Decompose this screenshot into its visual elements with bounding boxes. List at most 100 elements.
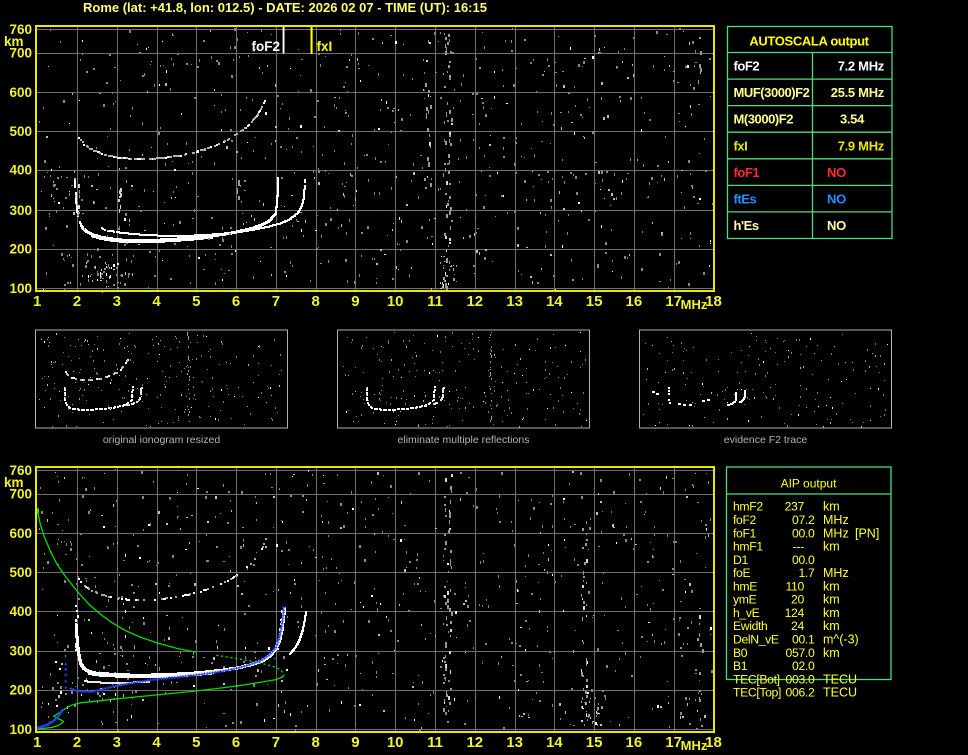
svg-text:NO: NO xyxy=(827,191,846,206)
svg-text:02.0: 02.0 xyxy=(792,659,815,673)
svg-text:foF2: foF2 xyxy=(734,59,760,74)
svg-text:foF1: foF1 xyxy=(734,165,760,180)
svg-text:7.9 MHz: 7.9 MHz xyxy=(838,138,885,153)
svg-text:3: 3 xyxy=(113,293,121,310)
svg-text:fxI: fxI xyxy=(317,39,333,54)
svg-text:km: km xyxy=(823,646,840,660)
svg-text:10: 10 xyxy=(387,734,404,751)
svg-text:300: 300 xyxy=(9,203,32,218)
svg-text:AUTOSCALA output: AUTOSCALA output xyxy=(749,34,869,49)
svg-text:9: 9 xyxy=(351,734,359,751)
svg-text:18: 18 xyxy=(705,293,722,310)
svg-text:15: 15 xyxy=(586,293,603,310)
svg-text:foE: foE xyxy=(733,566,750,580)
svg-text:foF2: foF2 xyxy=(252,39,281,54)
svg-text:18: 18 xyxy=(705,734,722,751)
svg-text:4: 4 xyxy=(152,293,161,310)
svg-text:1.7: 1.7 xyxy=(798,566,815,580)
svg-text:6: 6 xyxy=(232,734,240,751)
svg-text:B0: B0 xyxy=(733,646,748,660)
svg-text:600: 600 xyxy=(9,85,32,100)
svg-text:4: 4 xyxy=(152,734,161,751)
svg-text:B1: B1 xyxy=(733,659,748,673)
svg-text:9: 9 xyxy=(351,293,359,310)
svg-text:Ewidth: Ewidth xyxy=(733,619,767,633)
svg-text:14: 14 xyxy=(546,734,563,751)
svg-text:8: 8 xyxy=(312,293,320,310)
svg-text:hmF2: hmF2 xyxy=(733,500,763,514)
svg-text:3.54: 3.54 xyxy=(840,112,865,127)
svg-text:h'Es: h'Es xyxy=(734,218,759,233)
svg-text:km: km xyxy=(4,475,24,490)
svg-text:07.2: 07.2 xyxy=(792,513,815,527)
svg-text:fxI: fxI xyxy=(734,138,748,153)
svg-text:km: km xyxy=(4,34,24,49)
svg-text:2: 2 xyxy=(73,734,81,751)
svg-text:237: 237 xyxy=(785,500,805,514)
svg-text:km: km xyxy=(823,606,840,620)
svg-text:5: 5 xyxy=(192,293,200,310)
svg-text:TEC[Bot]: TEC[Bot] xyxy=(733,672,780,686)
svg-text:5: 5 xyxy=(192,734,200,751)
svg-text:15: 15 xyxy=(586,734,603,751)
svg-text:m^(-3): m^(-3) xyxy=(823,633,859,647)
svg-text:100: 100 xyxy=(9,722,32,737)
svg-text:11: 11 xyxy=(427,293,443,310)
svg-text:13: 13 xyxy=(506,734,523,751)
svg-text:TECU: TECU xyxy=(823,672,857,686)
svg-text:h_vE: h_vE xyxy=(733,606,760,620)
svg-text:[PN]: [PN] xyxy=(855,526,879,540)
svg-text:km: km xyxy=(823,593,840,607)
svg-text:D1: D1 xyxy=(733,553,748,567)
svg-text:17: 17 xyxy=(665,293,682,310)
svg-text:1: 1 xyxy=(33,293,41,310)
svg-text:600: 600 xyxy=(9,526,32,541)
svg-text:12: 12 xyxy=(466,734,483,751)
svg-text:MHz: MHz xyxy=(823,566,849,580)
svg-text:7: 7 xyxy=(272,734,280,751)
svg-text:hmF1: hmF1 xyxy=(733,540,763,554)
svg-text:17: 17 xyxy=(665,734,682,751)
svg-text:foF1: foF1 xyxy=(733,526,757,540)
svg-text:300: 300 xyxy=(9,643,32,658)
svg-text:2: 2 xyxy=(73,293,81,310)
svg-text:16: 16 xyxy=(626,293,643,310)
svg-text:400: 400 xyxy=(9,162,32,177)
svg-text:km: km xyxy=(823,619,840,633)
svg-text:057.0: 057.0 xyxy=(786,646,816,660)
svg-text:00.0: 00.0 xyxy=(792,553,815,567)
svg-text:8: 8 xyxy=(312,734,320,751)
svg-text:200: 200 xyxy=(9,683,32,698)
svg-text:ftEs: ftEs xyxy=(734,191,757,206)
svg-text:00.1: 00.1 xyxy=(792,633,815,647)
svg-text:NO: NO xyxy=(827,218,846,233)
svg-text:hmE: hmE xyxy=(733,579,757,593)
svg-text:7: 7 xyxy=(272,293,280,310)
svg-text:24: 24 xyxy=(791,619,804,633)
svg-text:AIP output: AIP output xyxy=(781,477,837,491)
svg-text:7.2 MHz: 7.2 MHz xyxy=(838,59,885,74)
svg-text:20: 20 xyxy=(791,593,804,607)
svg-text:124: 124 xyxy=(785,606,805,620)
svg-text:006.2: 006.2 xyxy=(786,686,816,700)
svg-text:MHz: MHz xyxy=(681,297,708,312)
svg-text:13: 13 xyxy=(506,293,523,310)
svg-text:110: 110 xyxy=(785,579,804,593)
svg-text:400: 400 xyxy=(9,604,32,619)
svg-text:1: 1 xyxy=(33,734,41,751)
svg-text:25.5 MHz: 25.5 MHz xyxy=(831,85,885,100)
svg-text:200: 200 xyxy=(9,242,32,257)
svg-text:DelN_vE: DelN_vE xyxy=(733,633,779,647)
svg-text:3: 3 xyxy=(113,734,121,751)
svg-text:km: km xyxy=(823,500,840,514)
svg-text:MUF(3000)F2: MUF(3000)F2 xyxy=(734,85,810,100)
svg-text:00.0: 00.0 xyxy=(792,526,815,540)
svg-text:11: 11 xyxy=(427,734,443,751)
svg-text:100: 100 xyxy=(9,281,32,296)
svg-text:12: 12 xyxy=(466,293,483,310)
svg-text:M(3000)F2: M(3000)F2 xyxy=(734,112,794,127)
svg-text:003.0: 003.0 xyxy=(786,672,816,686)
svg-text:10: 10 xyxy=(387,293,404,310)
svg-text:original ionogram resized: original ionogram resized xyxy=(103,434,220,446)
svg-text:6: 6 xyxy=(232,293,240,310)
